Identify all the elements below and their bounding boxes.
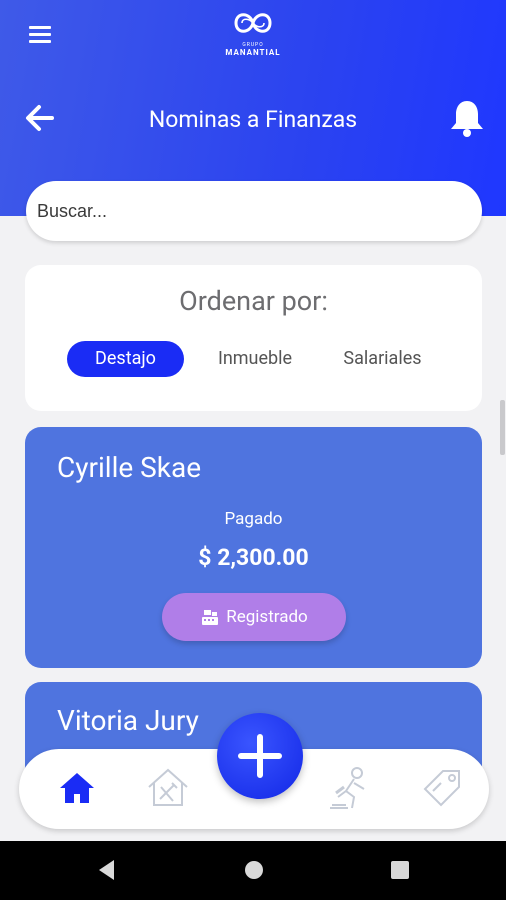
payroll-card[interactable]: Cyrille Skae Pagado $ 2,300.00 Registrad… bbox=[25, 427, 482, 668]
sort-title: Ordenar por: bbox=[179, 285, 328, 317]
payment-status: Pagado bbox=[224, 509, 283, 529]
registered-button[interactable]: Registrado bbox=[162, 593, 346, 641]
logo-name-text: MANANTIAL bbox=[225, 48, 281, 57]
home-icon[interactable] bbox=[52, 763, 102, 813]
sort-option-salariales[interactable]: Salariales bbox=[330, 341, 435, 377]
menu-icon[interactable] bbox=[29, 26, 51, 44]
system-navigation-bar bbox=[0, 841, 506, 900]
employee-name: Vitoria Jury bbox=[57, 704, 199, 737]
add-button[interactable] bbox=[217, 713, 303, 799]
employee-name: Cyrille Skae bbox=[57, 451, 202, 484]
brand-logo: GRUPO MANANTIAL bbox=[218, 6, 288, 58]
page-title: Nominas a Finanzas bbox=[148, 106, 358, 133]
system-home-icon[interactable] bbox=[244, 857, 264, 883]
sort-option-destajo[interactable]: Destajo bbox=[67, 341, 184, 377]
system-recents-icon[interactable] bbox=[390, 857, 410, 883]
logo-icon bbox=[234, 13, 272, 33]
cash-register-icon bbox=[202, 610, 219, 625]
sort-option-inmueble[interactable]: Inmueble bbox=[205, 341, 305, 377]
search-input[interactable] bbox=[26, 181, 482, 241]
payment-amount: $ 2,300.00 bbox=[198, 544, 309, 571]
system-back-icon[interactable] bbox=[96, 857, 116, 883]
worker-icon[interactable] bbox=[324, 763, 374, 813]
plus-icon bbox=[238, 734, 282, 778]
registered-button-label: Registrado bbox=[226, 607, 308, 627]
bell-icon[interactable] bbox=[448, 98, 486, 138]
scrollbar[interactable] bbox=[500, 400, 505, 455]
sort-panel: Ordenar por: Destajo Inmueble Salariales bbox=[25, 265, 482, 411]
house-tools-icon[interactable] bbox=[143, 763, 193, 813]
tag-icon[interactable] bbox=[417, 763, 467, 813]
